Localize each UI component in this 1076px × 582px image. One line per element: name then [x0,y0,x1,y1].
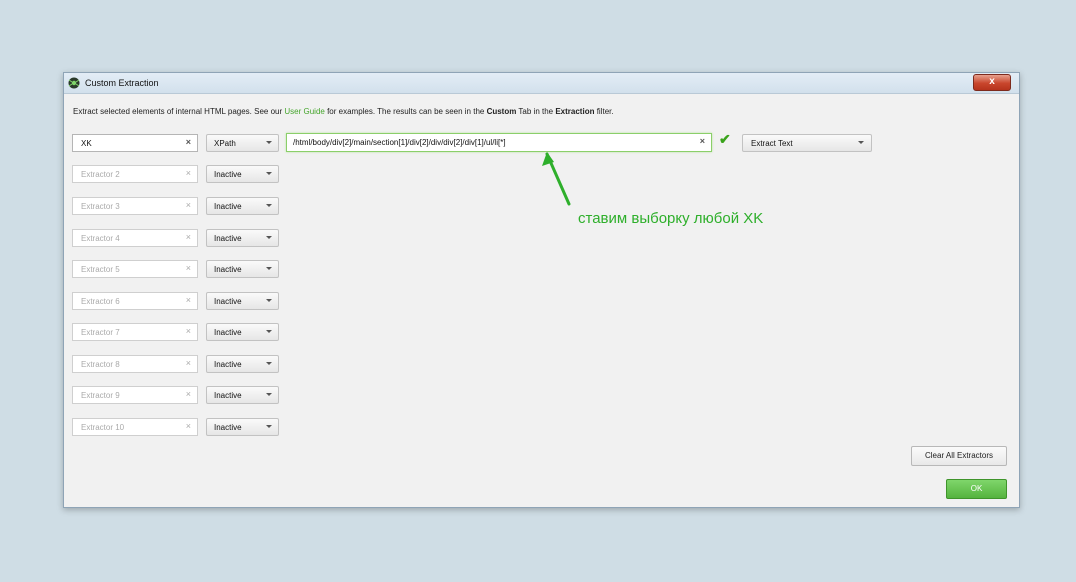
valid-check-icon: ✔ [719,131,731,147]
extractor-name-input[interactable]: Extractor 4 × [72,229,198,247]
extractor-name-input[interactable]: Extractor 10 × [72,418,198,436]
chevron-down-icon [266,141,272,144]
extractor-name-placeholder: Extractor 8 [81,360,120,369]
extractor-name-input[interactable]: Extractor 2 × [72,165,198,183]
custom-extraction-window: Custom Extraction x Extract selected ele… [63,72,1020,508]
ok-button[interactable]: OK [946,479,1007,499]
chevron-down-icon [266,236,272,239]
extractor-name-input[interactable]: Extractor 8 × [72,355,198,373]
clear-name-icon[interactable]: × [186,358,191,368]
extractor-name-placeholder: Extractor 3 [81,202,120,211]
extractor-type-value: Inactive [214,297,242,306]
extractor-type-value: Inactive [214,234,242,243]
extractor-type-value: Inactive [214,170,242,179]
chevron-down-icon [858,141,864,144]
extractor-type-select[interactable]: Inactive [206,323,279,341]
extractor-name-placeholder: Extractor 9 [81,391,120,400]
extractor-type-select[interactable]: Inactive [206,229,279,247]
extract-mode-select[interactable]: Extract Text [742,134,872,152]
chevron-down-icon [266,299,272,302]
extractor-type-select[interactable]: Inactive [206,197,279,215]
extractor-name-input[interactable]: Extractor 7 × [72,323,198,341]
clear-name-icon[interactable]: × [186,232,191,242]
clear-name-icon[interactable]: × [186,389,191,399]
extractor-type-select[interactable]: Inactive [206,165,279,183]
clear-name-icon[interactable]: × [186,326,191,336]
extractor-type-select[interactable]: Inactive [206,386,279,404]
extractor-type-select[interactable]: Inactive [206,355,279,373]
extractor-name-value: XK [81,139,92,148]
extractor-row-8: Extractor 8 × Inactive [64,355,1019,373]
clear-name-icon[interactable]: × [186,421,191,431]
chevron-down-icon [266,267,272,270]
clear-xpath-icon[interactable]: × [700,136,705,146]
extractor-type-value: Inactive [214,328,242,337]
extractor-type-value: Inactive [214,423,242,432]
clear-name-icon[interactable]: × [186,200,191,210]
extractor-type-value: Inactive [214,391,242,400]
chevron-down-icon [266,393,272,396]
description-part: Extract selected elements of internal HT… [73,107,285,116]
extractor-row-4: Extractor 4 × Inactive [64,229,1019,247]
extractor-name-placeholder: Extractor 10 [81,423,125,432]
extractor-name-input[interactable]: Extractor 5 × [72,260,198,278]
extractor-type-value: XPath [214,139,236,148]
extractor-row-5: Extractor 5 × Inactive [64,260,1019,278]
clear-all-extractors-button[interactable]: Clear All Extractors [911,446,1007,466]
extractor-type-select[interactable]: Inactive [206,260,279,278]
chevron-down-icon [266,362,272,365]
xpath-value: /html/body/div[2]/main/section[1]/div[2]… [293,138,506,147]
chevron-down-icon [266,172,272,175]
extractor-type-value: Inactive [214,360,242,369]
description-bold: Custom [486,107,517,116]
clear-name-icon[interactable]: × [186,137,191,147]
extractor-name-input[interactable]: Extractor 6 × [72,292,198,310]
annotation-arrow-icon [542,152,571,206]
extractor-name-placeholder: Extractor 2 [81,170,120,179]
extractor-row-10: Extractor 10 × Inactive [64,418,1019,436]
extractor-type-select[interactable]: Inactive [206,418,279,436]
xpath-input[interactable]: /html/body/div[2]/main/section[1]/div[2]… [286,133,712,152]
extractor-row-9: Extractor 9 × Inactive [64,386,1019,404]
extractor-name-placeholder: Extractor 7 [81,328,120,337]
chevron-down-icon [266,425,272,428]
title-bar: Custom Extraction x [64,73,1019,94]
extractor-type-value: Inactive [214,265,242,274]
extractor-name-placeholder: Extractor 6 [81,297,120,306]
extractor-type-select[interactable]: XPath [206,134,279,152]
extractor-name-placeholder: Extractor 4 [81,234,120,243]
chevron-down-icon [266,204,272,207]
window-title: Custom Extraction [85,78,159,88]
description-text: Extract selected elements of internal HT… [73,107,614,116]
extractor-name-input[interactable]: Extractor 9 × [72,386,198,404]
clear-name-icon[interactable]: × [186,168,191,178]
dialog-content: Extract selected elements of internal HT… [64,94,1019,507]
close-button[interactable]: x [973,74,1011,91]
extractor-name-placeholder: Extractor 5 [81,265,120,274]
description-part: filter. [594,107,614,116]
description-part: for examples. The results can be seen in… [324,107,487,116]
extractor-row-7: Extractor 7 × Inactive [64,323,1019,341]
extractor-name-input[interactable]: XK × [72,134,198,152]
extract-mode-value: Extract Text [751,139,793,148]
extractor-type-select[interactable]: Inactive [206,292,279,310]
chevron-down-icon [266,330,272,333]
extractor-type-value: Inactive [214,202,242,211]
annotation-text: ставим выборку любой XK [578,210,764,227]
description-bold: Extraction [555,107,595,116]
spider-app-icon [68,77,80,89]
clear-name-icon[interactable]: × [186,263,191,273]
extractor-row-6: Extractor 6 × Inactive [64,292,1019,310]
user-guide-link[interactable]: User Guide [284,107,324,116]
description-part: Tab in the [516,107,556,116]
extractor-name-input[interactable]: Extractor 3 × [72,197,198,215]
clear-name-icon[interactable]: × [186,295,191,305]
